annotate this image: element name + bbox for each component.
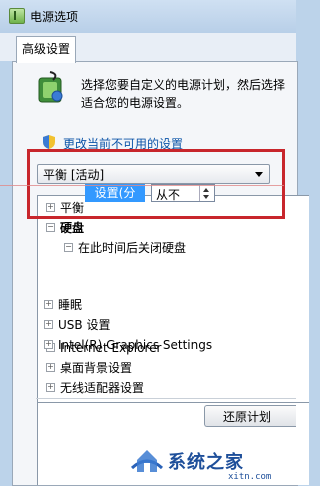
watermark-url: xitn.com [228,472,272,482]
plan-description: 选择您要自定义的电源计划，然后选择适合您的电源设置。 [81,78,286,110]
expand-icon[interactable] [44,320,53,329]
expand-icon[interactable] [44,340,53,349]
tree-lower-items: 睡眠 USB 设置 Intel(R) Graphics Settings [32,295,296,395]
expand-icon[interactable] [46,203,55,212]
tree-item-label: 硬盘 [60,221,85,235]
power-plan-icon [38,71,63,103]
tree-item-label: 平衡 [60,201,85,215]
tree-item-label: 睡眠 [58,298,83,312]
annotation-line [0,185,284,186]
watermark-text: 系统之家 [168,452,244,473]
spin-up-icon[interactable] [203,188,209,192]
divider [36,398,296,399]
collapse-icon[interactable] [46,223,55,232]
tree-item-label: Intel(R) Graphics Settings [58,338,213,352]
spin-down-icon[interactable] [203,195,209,199]
window-title: 电源选项 [30,10,79,24]
tab-advanced-settings[interactable]: 高级设置 [16,36,76,63]
uac-shield-icon [43,135,55,149]
chevron-down-icon [255,172,263,177]
change-unavailable-settings-link[interactable]: 更改当前不可用的设置 [63,135,183,152]
minutes-value: 从不 [156,188,181,202]
power-plan-value: 平衡 [活动] [43,168,105,182]
title-bar: 电源选项 [0,0,296,33]
tree-item-label: 在此时间后关闭硬盘 [78,241,187,255]
collapse-icon[interactable] [64,243,73,252]
expand-icon[interactable] [44,300,53,309]
spin-buttons[interactable] [199,185,214,201]
tree-item-label: USB 设置 [58,318,111,332]
site-watermark: 系统之家 xitn.com [130,440,296,484]
power-plan-dropdown[interactable]: 平衡 [活动] [37,164,270,184]
minutes-spinbox[interactable]: 从不 [151,184,215,202]
power-options-icon [9,8,25,24]
setting-minutes-label: 设置(分钟): [85,184,145,218]
restore-plan-button[interactable]: 还原计划 [204,405,296,427]
watermark-logo [130,450,164,472]
